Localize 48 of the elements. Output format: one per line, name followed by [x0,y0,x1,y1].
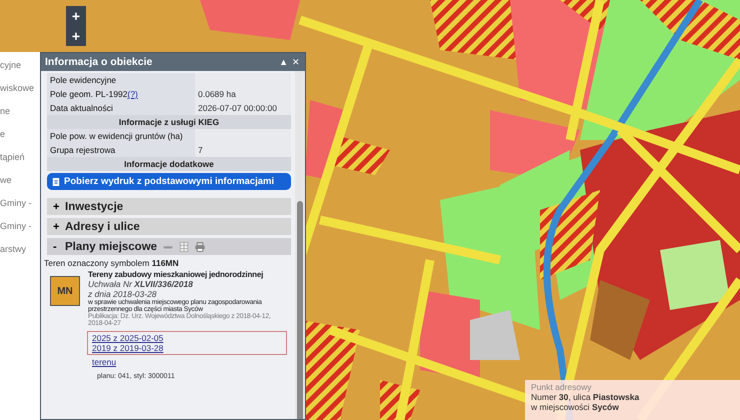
address-text: Numer 30, ulica Piastowska [531,392,640,402]
window-control[interactable]: ▲ [278,57,289,67]
sidebar-item[interactable]: Gminy - [0,221,32,231]
zone-symbol: MN [50,276,80,306]
resolution-date: z dnia 2018-03-28 [88,289,158,299]
window-control[interactable]: ✕ [291,57,301,67]
section-title: Adresy i ulice [65,220,140,232]
toggle-sign: + [53,200,59,212]
resolution-number: Uchwała Nr XLVII/336/2018 [88,279,194,289]
section-title: Plany miejscowe [65,240,158,252]
print-button[interactable]: Pobierz wydruk z podstawowymi informacjami [47,173,291,190]
sidebar-item[interactable]: e [0,129,6,139]
sidebar-item[interactable]: tąpień [0,152,25,162]
grid-icon [179,242,190,252]
accordion-header[interactable]: + Adresy i ulice [47,218,291,235]
sidebar-item[interactable]: arstwy [0,244,26,254]
popup-heading: Punkt adresowy [531,382,592,392]
accordion-header[interactable]: + Inwestycje [47,198,291,215]
table-value: 2026-07-07 00:00:00 [195,101,291,115]
table-label: Pole geom. PL-1992(?) [49,89,139,99]
table-value: 7 [195,143,291,157]
accordion-header[interactable]: - Plany miejscowe [47,238,291,255]
sidebar-item[interactable]: cyjne [0,60,22,70]
table-label: Grupa rejestrowa [49,145,116,155]
scrollbar[interactable] [295,71,305,419]
printer-icon [195,242,206,252]
sidebar-item[interactable]: ne [0,106,10,116]
table-label: Data aktualności [49,103,114,113]
table-label: Pole ewidencyjne [49,75,118,85]
amendment-link[interactable]: 2025 z 2025-02-05 [92,333,282,343]
sidebar-item[interactable]: wiskowe [0,83,34,93]
toggle-sign: + [53,220,59,232]
plan-symbol-text: Teren oznaczony symbolem 116MN [44,258,180,268]
document-icon [52,176,60,186]
table-header: Informacje z usługi KIEG [47,115,291,129]
toggle-sign: - [53,240,58,252]
table-value: 0.0689 ha [195,87,291,101]
terrain-link[interactable]: terenu [92,357,116,367]
locality-text: w miejscowości Syców [531,402,620,412]
section-title: Inwestycje [65,200,124,212]
help-link[interactable]: (?) [128,89,138,99]
amendment-link[interactable]: 2019 z 2019-03-28 [92,343,282,353]
sidebar-item[interactable]: we [0,175,12,185]
sidebar-item[interactable]: Gminy - [0,198,32,208]
table-label: Pole pow. w ewidencji gruntów (ha) [49,131,184,141]
panel-title: Informacja o obiekcie [45,56,152,68]
zone-title: Tereny zabudowy mieszkaniowej jednorodzinnej [88,270,264,279]
table-header: Informacje dodatkowe [47,157,291,171]
